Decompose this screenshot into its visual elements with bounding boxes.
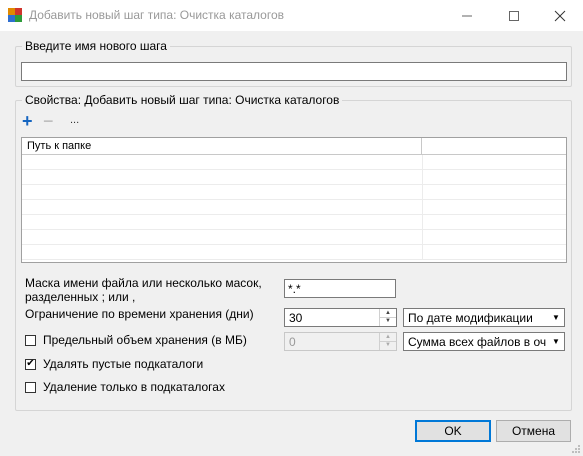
retention-days-value: 30 [289, 311, 303, 325]
cancel-button[interactable]: Отмена [496, 420, 571, 442]
column-header-extra[interactable] [422, 138, 566, 154]
maximize-button[interactable] [491, 0, 537, 31]
table-row [22, 155, 566, 170]
delete-empty-checkbox[interactable]: ✔ Удалять пустые подкаталоги [25, 357, 203, 371]
ok-button[interactable]: OK [415, 420, 491, 442]
name-group-legend: Введите имя нового шага [22, 39, 170, 53]
retention-label: Ограничение по времени хранения (дни) [25, 307, 254, 321]
file-mask-input[interactable] [284, 279, 396, 298]
window-title: Добавить новый шаг типа: Очистка каталог… [29, 8, 284, 22]
checkbox-box [25, 381, 36, 393]
table-row [22, 245, 566, 260]
app-icon [8, 8, 22, 22]
properties-group-legend: Свойства: Добавить новый шаг типа: Очист… [22, 93, 343, 107]
minimize-button[interactable] [444, 0, 490, 31]
delete-sub-only-label: Удаление только в подкаталогах [43, 380, 225, 394]
grid-header: Путь к папке [22, 138, 566, 155]
size-limit-stepper[interactable]: 0 ▲ ▼ [284, 332, 397, 351]
step-name-input[interactable] [21, 62, 567, 81]
table-row [22, 170, 566, 185]
column-header-folder-path[interactable]: Путь к папке [22, 138, 422, 154]
resize-grip-icon[interactable] [571, 444, 581, 454]
folders-grid[interactable]: Путь к папке [21, 137, 567, 263]
delete-empty-label: Удалять пустые подкаталоги [43, 357, 204, 371]
delete-sub-only-checkbox[interactable]: Удаление только в подкаталогах [25, 380, 225, 394]
size-mode-select[interactable]: Сумма всех файлов в очищ ▼ [403, 332, 565, 351]
checkbox-box [25, 334, 36, 346]
table-row [22, 200, 566, 215]
minimize-icon [462, 15, 472, 16]
properties-group: Свойства: Добавить новый шаг типа: Очист… [15, 93, 572, 411]
size-limit-label: Предельный объем хранения (в МБ) [43, 333, 247, 347]
mask-label-line1: Маска имени файла или несколько масок, [25, 276, 262, 290]
spin-down-icon[interactable]: ▼ [380, 317, 396, 325]
retention-days-stepper[interactable]: 30 ▲ ▼ [284, 308, 397, 327]
retention-mode-select[interactable]: По дате модификации ▼ [403, 308, 565, 327]
remove-row-icon[interactable]: − [43, 112, 54, 130]
title-bar: Добавить новый шаг типа: Очистка каталог… [0, 0, 583, 31]
add-row-icon[interactable]: + [22, 112, 33, 130]
table-row [22, 185, 566, 200]
close-icon [554, 10, 566, 21]
retention-mode-value: По дате модификации [408, 311, 533, 325]
close-button[interactable] [537, 0, 583, 31]
table-row [22, 230, 566, 245]
mask-label-line2: разделенных ; или , [25, 290, 136, 304]
browse-ellipsis-icon[interactable]: ... [70, 113, 79, 127]
table-row [22, 215, 566, 230]
size-mode-value: Сумма всех файлов в очищ [408, 335, 546, 349]
grid-toolbar: + − ... [21, 112, 541, 130]
size-limit-value: 0 [289, 335, 296, 349]
chevron-down-icon: ▼ [552, 337, 560, 346]
size-limit-checkbox[interactable]: Предельный объем хранения (в МБ) [25, 333, 247, 347]
spin-down-icon[interactable]: ▼ [380, 341, 396, 349]
maximize-icon [509, 10, 519, 21]
chevron-down-icon: ▼ [552, 313, 560, 322]
checkmark-icon: ✔ [25, 358, 36, 370]
name-group: Введите имя нового шага [15, 39, 572, 87]
